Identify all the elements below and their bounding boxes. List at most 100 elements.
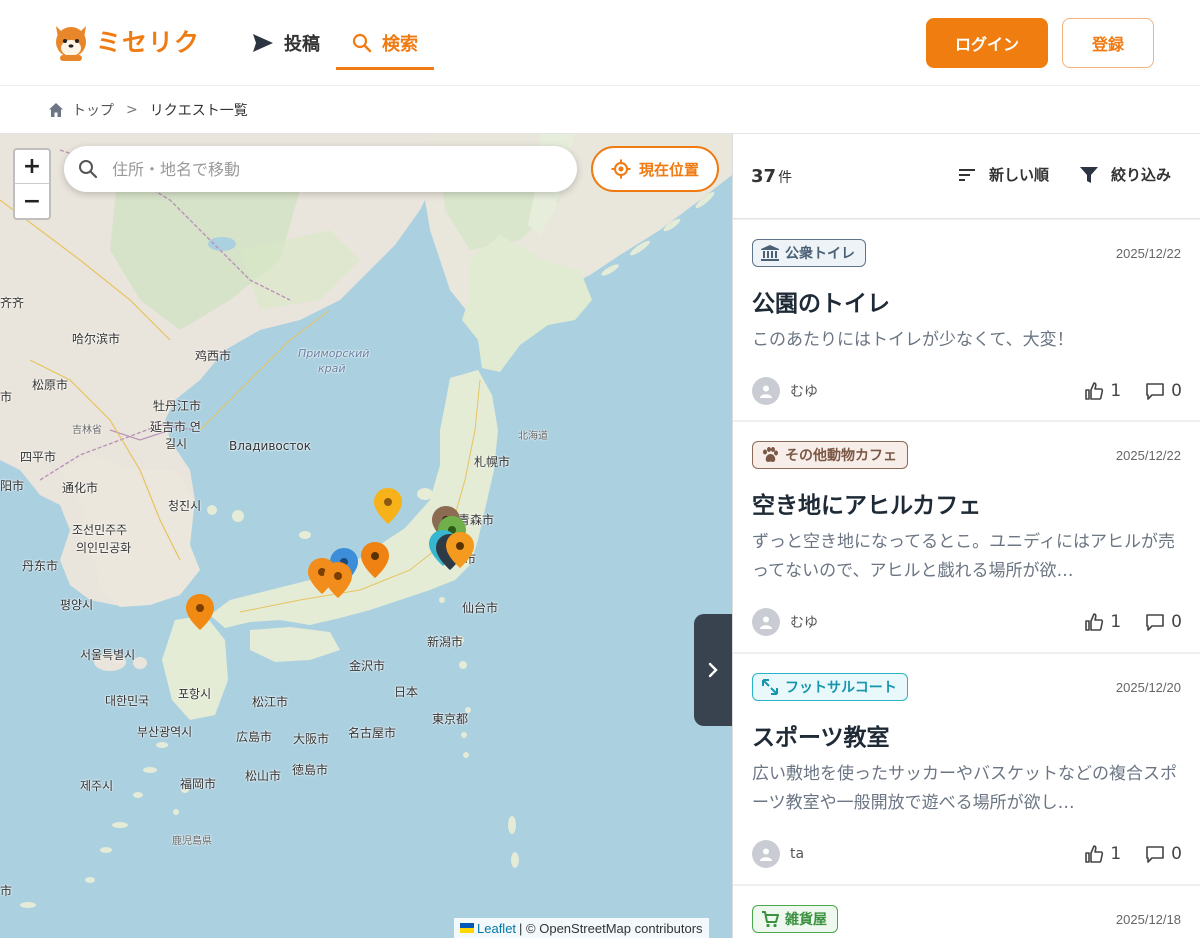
category-tag: その他動物カフェ: [752, 441, 908, 469]
nav-post-label: 投稿: [284, 34, 320, 55]
marker-layer: [186, 488, 474, 630]
card-description: このあたりにはトイレが少なくて、大変！: [752, 330, 1074, 350]
card-stats: 1 0: [1084, 844, 1182, 864]
post-date: 2025/12/22: [1115, 448, 1181, 463]
breadcrumb-separator: >: [126, 102, 138, 118]
sort-icon: [959, 168, 975, 181]
card-meta: むゆ 1 0: [752, 376, 1182, 406]
zoom-out-button[interactable]: −: [15, 184, 49, 218]
breadcrumb-current: リクエスト一覧: [149, 103, 248, 119]
nav-post[interactable]: 投稿: [236, 0, 336, 86]
user-icon: [760, 848, 772, 861]
request-list-panel: 37 件 新しい順 絞り込み 公衆トイレ 2025/12/22 公園のトイレ こ…: [732, 134, 1200, 938]
user-icon: [760, 385, 772, 398]
register-button[interactable]: 登録: [1062, 18, 1154, 68]
avatar: [752, 377, 780, 405]
map-search-input[interactable]: [112, 159, 532, 179]
ukraine-flag-icon: [460, 923, 474, 933]
card-stats: 1 0: [1084, 381, 1182, 401]
comment-icon[interactable]: [1145, 381, 1165, 401]
result-count-unit: 件: [778, 170, 793, 186]
post-date: 2025/12/18: [1115, 912, 1181, 927]
map-marker[interactable]: [374, 488, 402, 524]
author-name: むゆ: [790, 384, 818, 400]
request-card[interactable]: その他動物カフェ 2025/12/22 空き地にアヒルカフェ ずっと空き地になっ…: [733, 422, 1200, 652]
breadcrumb: トップ > リクエスト一覧: [48, 98, 248, 122]
paw-icon: [763, 447, 778, 462]
thumbs-up-icon[interactable]: [1084, 612, 1104, 632]
chevron-right-icon: [708, 662, 718, 678]
map-marker[interactable]: [186, 594, 214, 630]
logo[interactable]: ミセリク: [50, 20, 200, 62]
card-title[interactable]: 公園のトイレ: [752, 284, 890, 318]
category-tag: フットサルコート: [752, 673, 908, 701]
card-stats: 1 0: [1084, 612, 1182, 632]
card-meta: むゆ 1 0: [752, 607, 1182, 637]
map-view[interactable]: 齐齐 哈尔滨市 鸡西市 Приморский край 松原市 市 牡丹江市 吉…: [0, 134, 732, 938]
crosshair-icon: [611, 159, 631, 179]
author-name: ta: [790, 846, 805, 862]
search-icon: [352, 33, 372, 53]
current-location-button[interactable]: 現在位置: [591, 146, 719, 192]
thumbs-up-icon[interactable]: [1084, 844, 1104, 864]
map-marker[interactable]: [361, 542, 389, 578]
category-tag-label: 雑貨屋: [785, 912, 827, 928]
like-count: 1: [1110, 381, 1122, 401]
zoom-in-button[interactable]: +: [15, 150, 49, 184]
nav-search-label: 検索: [382, 34, 418, 55]
current-location-label: 現在位置: [638, 160, 699, 179]
category-tag: 公衆トイレ: [752, 239, 866, 267]
bank-icon: [761, 245, 779, 261]
expand-icon: [762, 679, 778, 695]
filter-button[interactable]: 絞り込み: [1079, 164, 1171, 185]
logo-text: ミセリク: [96, 28, 201, 57]
user-icon: [760, 616, 772, 629]
request-card[interactable]: フットサルコート 2025/12/20 スポーツ教室 広い敷地を使ったサッカーや…: [733, 654, 1200, 884]
comment-count: 0: [1171, 844, 1182, 864]
request-card[interactable]: 雑貨屋 2025/12/18: [733, 886, 1200, 938]
main-nav: 投稿 検索: [236, 0, 434, 86]
cart-icon: [762, 911, 779, 928]
map-search-box: [64, 146, 577, 192]
list-header: 37 件 新しい順 絞り込み: [733, 134, 1200, 219]
leaflet-link[interactable]: Leaflet: [477, 921, 516, 936]
card-title[interactable]: 空き地にアヒルカフェ: [752, 486, 981, 520]
search-icon: [79, 160, 98, 179]
collapse-panel-button[interactable]: [694, 614, 732, 726]
category-tag-label: フットサルコート: [785, 680, 897, 696]
map-marker[interactable]: [324, 562, 352, 598]
home-icon: [49, 103, 63, 117]
avatar: [752, 608, 780, 636]
breadcrumb-home[interactable]: トップ: [72, 100, 114, 120]
shiba-logo-icon: [56, 26, 86, 61]
sort-label: 新しい順: [989, 166, 1050, 184]
post-date: 2025/12/22: [1115, 246, 1181, 261]
map-attribution: Leaflet | © OpenStreetMap contributors: [454, 918, 709, 938]
card-title[interactable]: スポーツ教室: [752, 718, 890, 752]
like-count: 1: [1110, 844, 1122, 864]
card-meta: ta 1 0: [752, 839, 1182, 869]
post-date: 2025/12/20: [1115, 680, 1181, 695]
send-icon: [253, 34, 273, 52]
comment-count: 0: [1171, 381, 1182, 401]
card-description: 広い敷地を使ったサッカーやバスケットなどの複合スポーツ教室や一般開放で遊べる場所…: [752, 764, 1177, 813]
like-count: 1: [1110, 612, 1122, 632]
thumbs-up-icon[interactable]: [1084, 381, 1104, 401]
category-tag-label: その他動物カフェ: [785, 448, 897, 464]
category-tag: 雑貨屋: [752, 905, 838, 933]
comment-icon[interactable]: [1145, 844, 1165, 864]
filter-label: 絞り込み: [1111, 166, 1172, 184]
author-name: むゆ: [790, 615, 818, 631]
comment-icon[interactable]: [1145, 612, 1165, 632]
app-header: ミセリク 投稿 検索 ログイン 登録: [0, 0, 1200, 86]
osm-attribution: | © OpenStreetMap contributors: [519, 920, 703, 936]
result-count: 37 件: [751, 166, 792, 187]
sort-button[interactable]: 新しい順: [959, 164, 1049, 185]
nav-search[interactable]: 検索: [336, 0, 434, 86]
result-count-number: 37: [751, 166, 777, 187]
card-description: ずっと空き地になってるとこ。ユニディにはアヒルが売ってないので、アヒルと戯れる場…: [752, 532, 1175, 581]
avatar: [752, 840, 780, 868]
request-card[interactable]: 公衆トイレ 2025/12/22 公園のトイレ このあたりにはトイレが少なくて、…: [733, 220, 1200, 420]
login-button[interactable]: ログイン: [926, 18, 1048, 68]
category-tag-label: 公衆トイレ: [785, 246, 855, 262]
